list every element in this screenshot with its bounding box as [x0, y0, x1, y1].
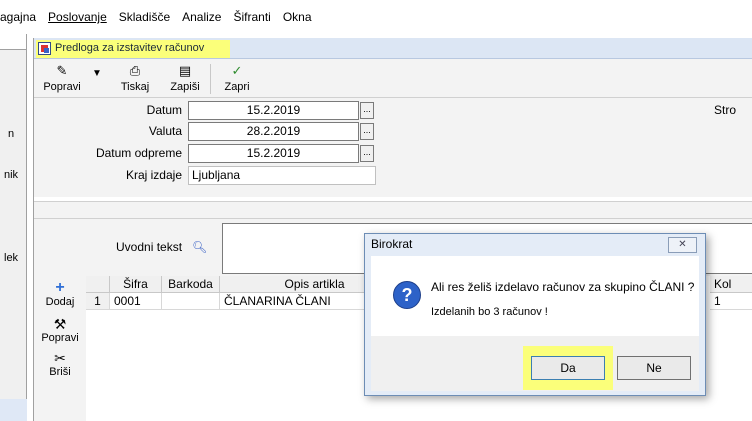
menu-item-analize[interactable]: Analize: [182, 10, 221, 24]
background-label-fragment: n: [8, 128, 15, 140]
intro-text-label: Uvodni tekst: [116, 240, 183, 254]
save-icon: ▤: [178, 63, 192, 78]
add-row-label: Dodaj: [45, 296, 75, 308]
save-button-label: Zapiši: [170, 81, 200, 93]
chevron-down-icon[interactable]: ▼: [92, 68, 102, 79]
dialog-footer: Da Ne: [371, 336, 699, 391]
table-cell-quantity[interactable]: 1: [710, 293, 752, 310]
edit-row-button[interactable]: ⚒ Popravi: [36, 316, 84, 344]
save-button[interactable]: ▤ Zapiši: [166, 62, 204, 94]
dialog-message: Ali res želiš izdelavo računov za skupin…: [431, 280, 695, 294]
close-button[interactable]: ✓ Zapri: [220, 62, 254, 94]
table-row-number: 1: [86, 293, 110, 310]
currency-date-field[interactable]: 28.2.2019: [188, 122, 359, 141]
menu-item-skladisce[interactable]: Skladišče: [119, 10, 170, 24]
currency-date-browse-button[interactable]: ...: [360, 123, 374, 140]
add-row-button[interactable]: + Dodaj: [36, 279, 84, 309]
row-actions-panel: + Dodaj ⚒ Popravi ✂ Briši: [34, 276, 86, 421]
toolbar-divider: [210, 64, 211, 94]
plus-icon: +: [55, 279, 65, 296]
print-icon: ⎙: [129, 63, 141, 78]
header-form: Datum 15.2.2019 ... Valuta 28.2.2019 ...…: [34, 99, 752, 197]
window-title-bar: Predloga za izstavitev računov: [34, 38, 752, 59]
background-window-bar: [0, 34, 26, 50]
no-button[interactable]: Ne: [617, 356, 691, 380]
background-label-fragment: nik: [4, 169, 19, 181]
yes-button[interactable]: Da: [531, 356, 605, 380]
table-cell-code[interactable]: 0001: [110, 293, 162, 310]
confirm-dialog: Birokrat ✕ ? Ali res želiš izdelavo raču…: [364, 233, 706, 396]
place-of-issue-label: Kraj izdaje: [125, 168, 182, 182]
close-button-label: Zapri: [224, 81, 250, 93]
date-field[interactable]: 15.2.2019: [188, 101, 359, 120]
search-icon[interactable]: 🔍︎: [192, 240, 207, 254]
background-label-fragment: lek: [4, 252, 19, 264]
edit-button-label: Popravi: [43, 81, 81, 93]
window-title: Predloga za izstavitev računov: [55, 42, 205, 54]
scissors-icon: ✂: [54, 350, 66, 366]
hammer-icon: ⚒: [53, 316, 67, 332]
menu-item-okna[interactable]: Okna: [283, 10, 312, 24]
grid-header-quantity[interactable]: Kol: [710, 276, 752, 293]
date-label: Datum: [146, 103, 182, 117]
grid-header-barcode[interactable]: Barkoda: [162, 276, 220, 293]
edit-button[interactable]: ✎ Popravi: [42, 62, 82, 94]
section-strip: [34, 201, 752, 219]
toolbar: ✎ Popravi ▼ ⎙ Tiskaj ▤ Zapiši ✓ Zapri: [34, 60, 752, 98]
place-of-issue-field[interactable]: Ljubljana: [188, 166, 376, 185]
menu-item-poslovanje[interactable]: Poslovanje: [48, 10, 107, 24]
close-icon[interactable]: ✕: [668, 237, 697, 253]
edit-icon: ✎: [56, 63, 68, 78]
edit-row-label: Popravi: [41, 332, 79, 344]
currency-date-label: Valuta: [148, 124, 182, 138]
dialog-title: Birokrat: [371, 237, 413, 251]
menu-item-partial[interactable]: agajna: [0, 10, 36, 24]
background-window-strip: n nik lek: [0, 34, 27, 421]
grid-header-code[interactable]: Šifra: [110, 276, 162, 293]
menu-item-sifranti[interactable]: Šifranti: [233, 10, 270, 24]
dispatch-date-browse-button[interactable]: ...: [360, 145, 374, 162]
question-icon: ?: [393, 281, 421, 309]
app-icon: [38, 42, 51, 55]
dispatch-date-label: Datum odpreme: [95, 146, 182, 160]
background-window-footer: [0, 399, 27, 421]
dialog-detail: Izdelanih bo 3 računov !: [431, 306, 548, 318]
checkmark-icon: ✓: [231, 63, 243, 78]
table-cell-barcode[interactable]: [162, 293, 220, 310]
print-button-label: Tiskaj: [120, 81, 150, 93]
delete-row-label: Briši: [49, 366, 71, 378]
date-browse-button[interactable]: ...: [360, 102, 374, 119]
delete-row-button[interactable]: ✂ Briši: [36, 350, 84, 378]
menu-bar: agajna Poslovanje Skladišče Analize Šifr…: [0, 0, 752, 34]
dispatch-date-field[interactable]: 15.2.2019: [188, 144, 359, 163]
cost-label-fragment: Stro: [714, 103, 737, 117]
grid-header-rownum: [86, 276, 110, 293]
dialog-body: ? Ali res želiš izdelavo računov za skup…: [371, 256, 699, 336]
print-button[interactable]: ⎙ Tiskaj: [118, 62, 152, 94]
